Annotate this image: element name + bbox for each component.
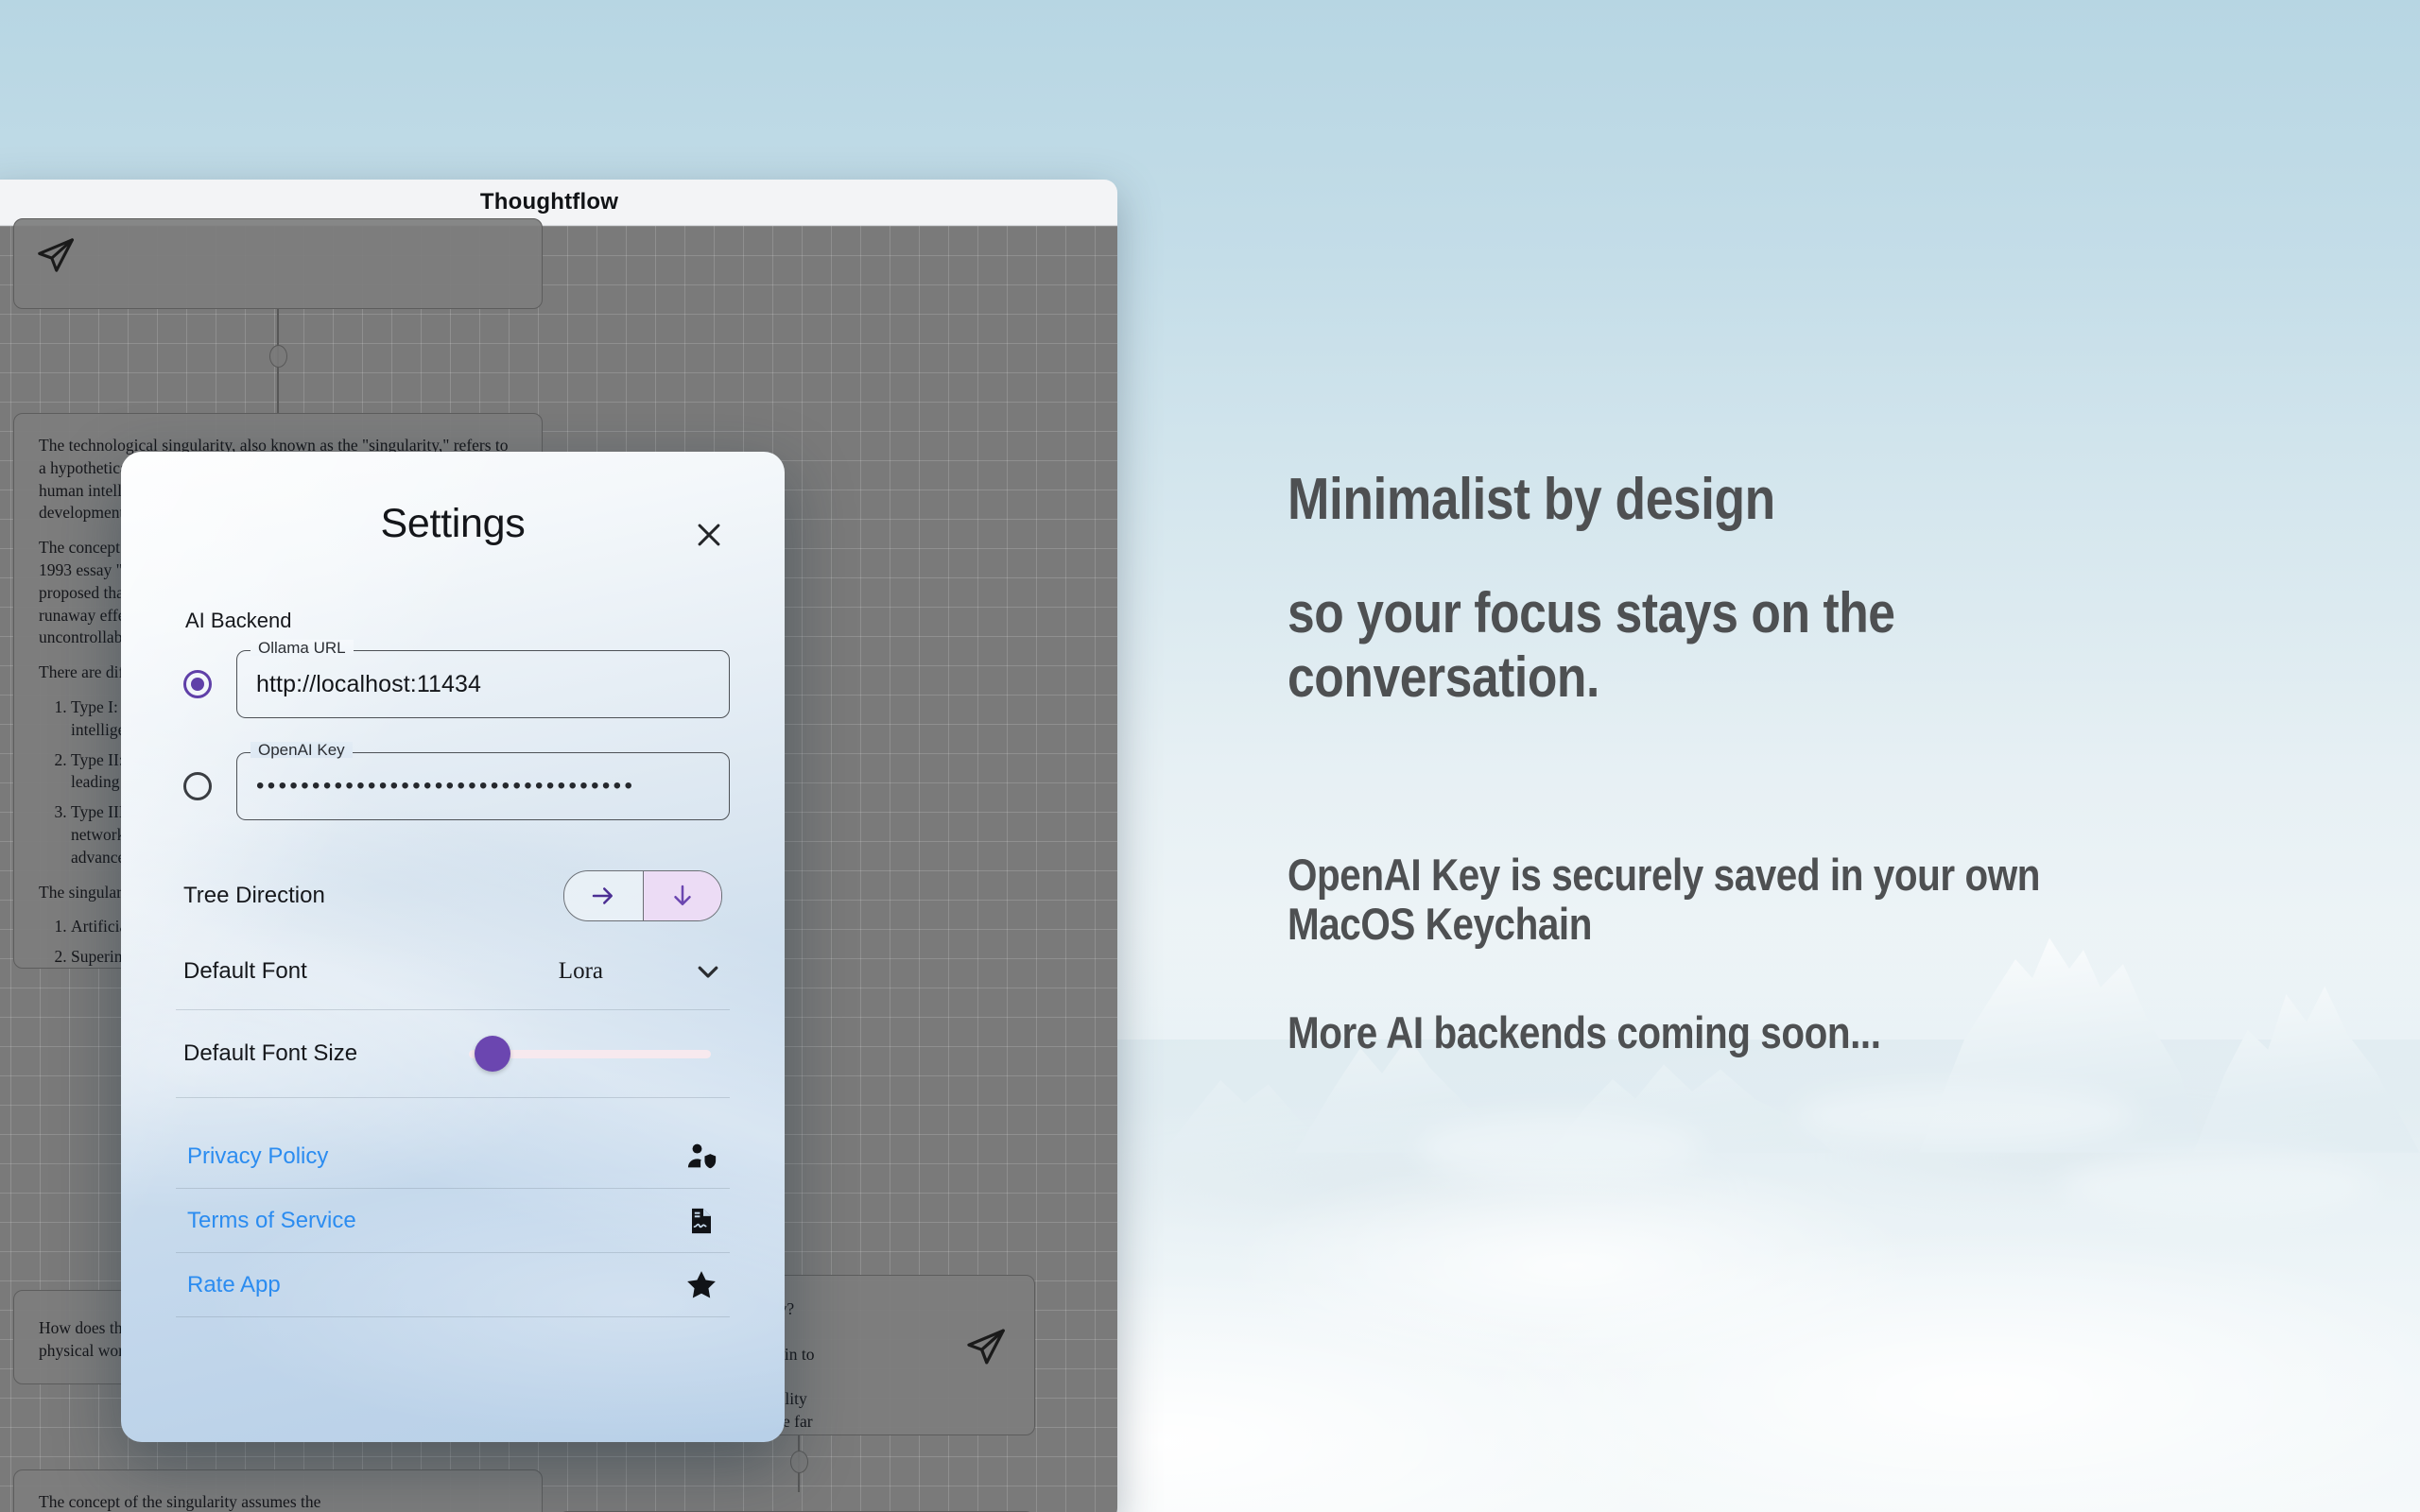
canvas-node-superintelligent-answer[interactable]: The concept of the singularity assumes t… bbox=[13, 1469, 543, 1512]
default-font-label: Default Font bbox=[183, 958, 307, 984]
dialog-title: Settings bbox=[380, 500, 526, 546]
close-icon[interactable] bbox=[688, 514, 730, 556]
tree-direction-horizontal-option[interactable] bbox=[564, 871, 643, 920]
arrow-down-icon bbox=[674, 885, 691, 905]
user-shield-icon bbox=[683, 1138, 720, 1176]
ollama-url-field[interactable]: Ollama URL http://localhost:11434 bbox=[236, 640, 730, 718]
pref-row-tree-direction: Tree Direction bbox=[176, 858, 730, 934]
chevron-down-icon[interactable] bbox=[694, 957, 722, 986]
link-terms-of-service[interactable]: Terms of Service bbox=[176, 1189, 730, 1253]
pref-row-default-font[interactable]: Default Font Lora bbox=[176, 934, 730, 1010]
screen: Thoughtflow The technological singularit… bbox=[0, 0, 2420, 1512]
tree-direction-label: Tree Direction bbox=[183, 883, 325, 908]
marketing-headline-4: More AI backends coming soon... bbox=[1288, 1007, 1881, 1058]
radio-openai[interactable] bbox=[183, 772, 212, 800]
slider-thumb[interactable] bbox=[475, 1036, 510, 1072]
default-font-size-label: Default Font Size bbox=[183, 1040, 358, 1066]
openai-key-label: OpenAI Key bbox=[251, 742, 353, 758]
default-font-value: Lora bbox=[558, 958, 603, 984]
pref-row-default-font-size[interactable]: Default Font Size bbox=[176, 1010, 730, 1098]
default-font-size-slider[interactable] bbox=[469, 1035, 711, 1073]
ai-backend-section-label: AI Backend bbox=[185, 609, 292, 632]
ollama-url-input[interactable]: http://localhost:11434 bbox=[256, 671, 481, 698]
dialog-links: Privacy Policy Terms of Service Rate App bbox=[176, 1125, 730, 1317]
backend-option-openai[interactable]: OpenAI Key •••••••••••••••••••••••••••••… bbox=[176, 742, 730, 820]
document-signature-icon bbox=[683, 1202, 720, 1240]
backend-option-ollama[interactable]: Ollama URL http://localhost:11434 bbox=[176, 640, 730, 718]
star-icon bbox=[683, 1266, 720, 1304]
link-privacy-policy-label: Privacy Policy bbox=[187, 1143, 329, 1169]
window-title: Thoughtflow bbox=[479, 189, 619, 215]
openai-key-field[interactable]: OpenAI Key •••••••••••••••••••••••••••••… bbox=[236, 742, 730, 820]
arrow-right-icon bbox=[593, 887, 614, 904]
dialog-header: Settings bbox=[176, 452, 730, 595]
link-privacy-policy[interactable]: Privacy Policy bbox=[176, 1125, 730, 1189]
ollama-url-label: Ollama URL bbox=[251, 640, 354, 656]
tree-direction-toggle[interactable] bbox=[563, 870, 722, 921]
settings-dialog: Settings AI Backend Ollama URL http://lo… bbox=[121, 452, 785, 1442]
canvas-node-root-prompt[interactable] bbox=[13, 218, 543, 309]
link-rate-app-label: Rate App bbox=[187, 1271, 281, 1297]
node-connector-handle[interactable] bbox=[269, 345, 287, 368]
node-connector-handle[interactable] bbox=[790, 1451, 808, 1473]
node-paragraph: The concept of the singularity assumes t… bbox=[39, 1491, 517, 1512]
marketing-headline-2: so your focus stays on the conversation. bbox=[1288, 581, 1895, 709]
send-icon[interactable] bbox=[964, 1325, 1008, 1375]
send-icon[interactable] bbox=[35, 234, 77, 283]
link-terms-of-service-label: Terms of Service bbox=[187, 1207, 356, 1233]
marketing-copy: Minimalist by design so your focus stays… bbox=[1288, 467, 2233, 1058]
openai-key-input[interactable]: •••••••••••••••••••••••••••••••••• bbox=[256, 773, 635, 799]
marketing-headline-1: Minimalist by design bbox=[1288, 467, 1775, 532]
node-line: The concept of the singularity assumes t… bbox=[39, 1492, 321, 1511]
tree-direction-vertical-option[interactable] bbox=[642, 871, 721, 920]
marketing-headline-3: OpenAI Key is securely saved in your own… bbox=[1288, 849, 2040, 950]
radio-ollama[interactable] bbox=[183, 670, 212, 698]
link-rate-app[interactable]: Rate App bbox=[176, 1253, 730, 1317]
